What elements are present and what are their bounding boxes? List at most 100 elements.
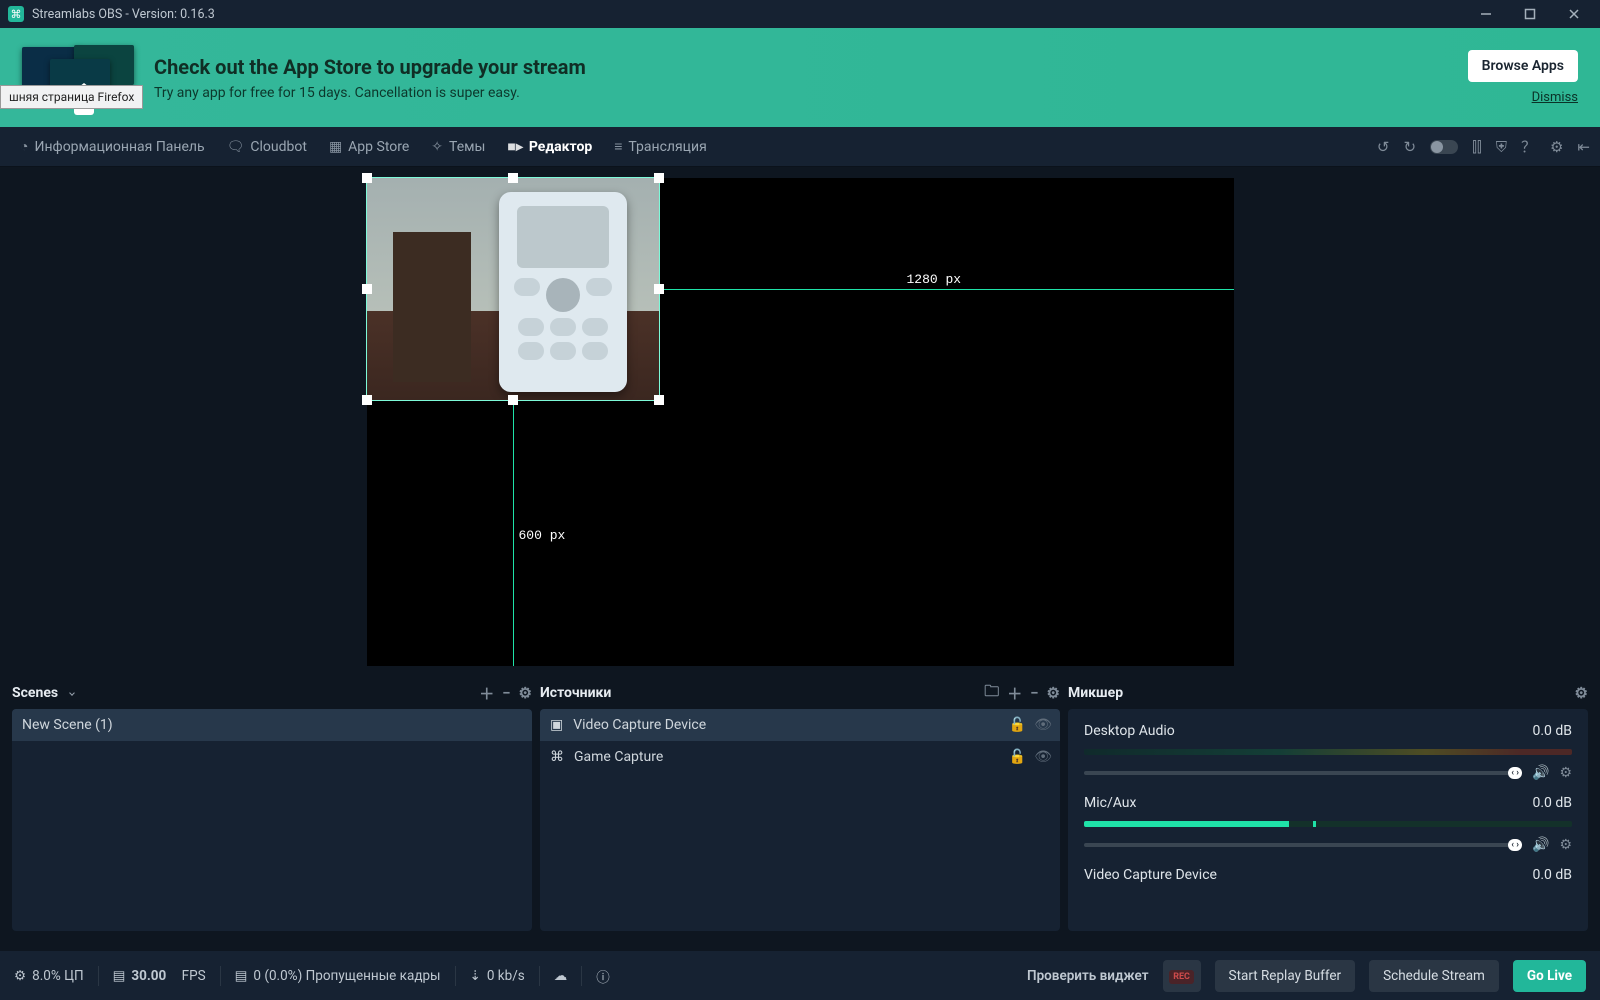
dismiss-link[interactable]: Dismiss [1532, 90, 1578, 105]
channel-name: Mic/Aux [1084, 795, 1136, 811]
camera-icon: ■▸ [507, 138, 522, 155]
channel-name: Video Capture Device [1084, 867, 1217, 883]
channel-settings-icon[interactable]: ⚙ [1559, 837, 1572, 853]
scenes-title: Scenes [12, 685, 58, 701]
cpu-usage: 8.0% ЦП [32, 968, 83, 984]
window-maximize[interactable] [1512, 0, 1548, 28]
add-folder-icon[interactable]: 🗀 [984, 681, 999, 706]
layout-icon[interactable]: ⫿⫿ [1472, 138, 1482, 156]
sources-title: Источники [540, 685, 611, 701]
shield-icon[interactable]: ⛨ [1496, 138, 1507, 156]
scene-item[interactable]: New Scene (1) [12, 709, 532, 741]
nav-editor[interactable]: ■▸Редактор [497, 127, 602, 167]
list-icon: ≡ [614, 138, 622, 155]
scene-label: New Scene (1) [22, 717, 113, 733]
cloud-icon[interactable]: ☁ [554, 968, 568, 984]
lock-icon[interactable]: 🔓 [1009, 749, 1026, 765]
volume-slider[interactable]: ‹ › [1084, 843, 1522, 847]
schedule-stream-button[interactable]: Schedule Stream [1369, 960, 1499, 992]
speaker-icon[interactable]: 🔊 [1532, 837, 1549, 853]
speaker-icon[interactable]: 🔊 [1532, 765, 1549, 781]
undo-icon[interactable]: ↺ [1377, 138, 1390, 156]
visibility-icon[interactable]: 👁 [1034, 717, 1052, 733]
bitrate: 0 kb/s [487, 968, 525, 984]
mixer-channel: Mic/Aux0.0 dB ‹ › 🔊 ⚙ [1084, 795, 1572, 853]
chat-icon: 🗨 [227, 139, 245, 155]
record-button[interactable]: REC [1163, 960, 1201, 992]
preview-canvas[interactable]: 1280 px 600 px [367, 178, 1234, 666]
go-live-button[interactable]: Go Live [1513, 960, 1586, 992]
preview-area[interactable]: 1280 px 600 px [0, 167, 1600, 677]
webcam-feed [367, 178, 659, 400]
screen-icon: ▤ [235, 968, 248, 984]
resize-handle[interactable] [362, 284, 372, 294]
fps-value: 30.00 [131, 968, 166, 984]
lock-icon[interactable]: 🔓 [1009, 717, 1026, 733]
mixer-channel: Video Capture Device0.0 dB [1084, 867, 1572, 883]
mixer-panel: Микшер ⚙ Desktop Audio0.0 dB ‹ › 🔊 ⚙ Mic… [1068, 677, 1588, 931]
scene-settings-icon[interactable]: ⚙ [519, 684, 532, 702]
resize-handle[interactable] [508, 395, 518, 405]
status-bar: ⚙8.0% ЦП ▤30.00 FPS ▤0 (0.0%) Пропущенны… [0, 951, 1600, 1000]
browse-apps-button[interactable]: Browse Apps [1468, 50, 1578, 82]
source-settings-icon[interactable]: ⚙ [1047, 684, 1060, 702]
resize-handle[interactable] [362, 395, 372, 405]
main-nav: ◔Информационная Панель 🗨Cloudbot ▦App St… [0, 127, 1600, 167]
nav-cloudbot[interactable]: 🗨Cloudbot [217, 127, 317, 167]
nav-live[interactable]: ≡Трансляция [604, 127, 717, 167]
info-icon[interactable]: ⓘ [596, 966, 610, 986]
mixer-settings-icon[interactable]: ⚙ [1575, 684, 1588, 702]
resize-handle[interactable] [508, 173, 518, 183]
window-close[interactable] [1556, 0, 1592, 28]
add-scene-icon[interactable]: ＋ [479, 683, 494, 704]
video-capture-source[interactable] [367, 178, 659, 400]
scenes-panel: Scenes ＋ − ⚙ New Scene (1) [12, 677, 532, 931]
source-item[interactable]: ⌘ Game Capture 🔓 👁 [540, 741, 1060, 773]
audio-meter [1084, 821, 1572, 827]
chevron-down-icon[interactable] [69, 690, 75, 696]
night-toggle[interactable] [1430, 140, 1458, 154]
visibility-icon[interactable]: 👁 [1034, 749, 1052, 765]
fps-label: FPS [182, 968, 206, 984]
volume-slider[interactable]: ‹ › [1084, 771, 1522, 775]
channel-name: Desktop Audio [1084, 723, 1175, 739]
start-replay-button[interactable]: Start Replay Buffer [1215, 960, 1356, 992]
resize-handle[interactable] [654, 173, 664, 183]
promo-banner: Check out the App Store to upgrade your … [0, 28, 1600, 127]
resize-handle[interactable] [654, 284, 664, 294]
mixer-channel: Desktop Audio0.0 dB ‹ › 🔊 ⚙ [1084, 723, 1572, 781]
cpu-icon: ⚙ [14, 968, 26, 984]
camera-icon: ▣ [550, 717, 563, 733]
resize-handle[interactable] [362, 173, 372, 183]
add-source-icon[interactable]: ＋ [1007, 683, 1022, 704]
nav-dashboard[interactable]: ◔Информационная Панель [10, 127, 215, 167]
redo-icon[interactable]: ↻ [1404, 138, 1417, 156]
mixer-title: Микшер [1068, 685, 1123, 701]
help-icon[interactable]: ？ [1521, 136, 1536, 157]
grid-icon: ▦ [329, 139, 342, 155]
nav-appstore[interactable]: ▦App Store [319, 127, 419, 167]
gauge-icon: ◔ [20, 138, 28, 155]
source-label: Video Capture Device [573, 717, 706, 733]
wand-icon: ✧ [431, 139, 443, 155]
remove-scene-icon[interactable]: − [502, 684, 510, 702]
promo-subtext: Try any app for free for 15 days. Cancel… [154, 85, 586, 101]
sources-panel: Источники 🗀 ＋ − ⚙ ▣ Video Capture Device… [540, 677, 1060, 931]
bottom-panels: Scenes ＋ − ⚙ New Scene (1) Источники 🗀 ＋… [0, 677, 1600, 937]
channel-settings-icon[interactable]: ⚙ [1559, 765, 1572, 781]
test-widget-link[interactable]: Проверить виджет [1027, 968, 1149, 984]
settings-icon[interactable]: ⚙ [1550, 138, 1563, 156]
nav-themes[interactable]: ✧Темы [421, 127, 495, 167]
source-label: Game Capture [574, 749, 663, 765]
remove-source-icon[interactable]: − [1030, 684, 1038, 702]
resize-handle[interactable] [654, 395, 664, 405]
height-dimension: 600 px [519, 528, 566, 543]
link-icon: ⌘ [550, 749, 564, 765]
source-item[interactable]: ▣ Video Capture Device 🔓 👁 [540, 709, 1060, 741]
audio-meter [1084, 749, 1572, 755]
dropped-frames: 0 (0.0%) Пропущенные кадры [253, 968, 440, 984]
window-title: Streamlabs OBS - Version: 0.16.3 [32, 7, 215, 22]
app-logo: ⌘ [8, 6, 24, 22]
logout-icon[interactable]: ⇤ [1577, 138, 1590, 156]
window-minimize[interactable] [1468, 0, 1504, 28]
